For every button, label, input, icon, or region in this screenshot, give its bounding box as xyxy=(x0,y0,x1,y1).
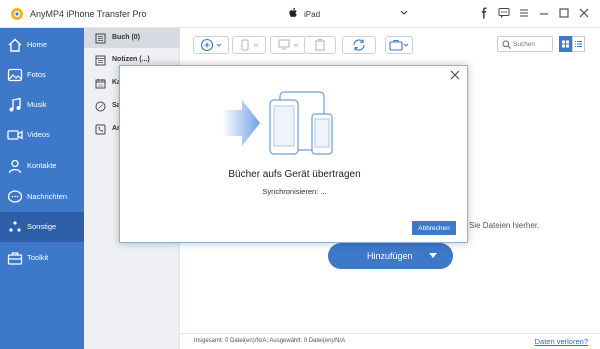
photo-icon xyxy=(7,68,23,82)
delete-button[interactable] xyxy=(304,36,336,54)
app-title: AnyMP4 iPhone Transfer Pro xyxy=(30,9,147,19)
title-bar: AnyMP4 iPhone Transfer Pro iPad xyxy=(0,0,600,28)
svg-text:29: 29 xyxy=(98,83,103,88)
sync-dialog: Bücher aufs Gerät übertragen Synchronisi… xyxy=(119,65,468,243)
calendar-icon: 29 xyxy=(95,79,106,89)
others-icon xyxy=(9,221,21,232)
dialog-title: Bücher aufs Gerät übertragen xyxy=(228,169,361,180)
sidebar-item-label: Musik xyxy=(27,100,47,109)
sidebar-item-label: Fotos xyxy=(27,70,46,79)
sidebar-item-label: Nachrichten xyxy=(27,192,68,201)
home-icon xyxy=(8,38,22,52)
sidebar-item-nachrichten[interactable]: Nachrichten xyxy=(0,182,84,212)
sub-item-label: Notizen (...) xyxy=(112,56,150,63)
feedback-icon[interactable] xyxy=(498,7,510,19)
close-icon[interactable] xyxy=(450,70,460,80)
book-icon xyxy=(95,33,106,44)
list-view-button[interactable] xyxy=(572,36,585,52)
close-icon[interactable] xyxy=(578,7,590,19)
dialog-status: Synchronisieren: ... xyxy=(262,187,327,196)
sidebar-item-label: Home xyxy=(27,40,48,49)
refresh-icon xyxy=(353,39,365,51)
search-icon xyxy=(502,40,511,49)
device-transfer-illustration xyxy=(222,91,333,155)
toolkit-icon xyxy=(7,252,23,265)
sub-item-label: Buch (0) xyxy=(112,34,140,41)
add-toolbar-button[interactable] xyxy=(193,36,229,54)
export-pc-button[interactable] xyxy=(270,36,306,54)
status-bar: Insgesamt: 0 Datei(en)/N/A; Ausgewählt: … xyxy=(180,333,600,349)
music-icon xyxy=(9,97,21,112)
apple-icon xyxy=(289,7,297,17)
sidebar-item-fotos[interactable]: Fotos xyxy=(0,60,84,90)
messages-icon xyxy=(7,190,23,203)
cancel-button[interactable]: Abbrechen xyxy=(412,221,456,235)
minimize-icon[interactable] xyxy=(538,7,550,19)
sidebar-item-musik[interactable]: Musik xyxy=(0,90,84,120)
chevron-down-icon xyxy=(400,10,408,15)
sidebar-item-label: Sonstige xyxy=(27,222,57,231)
sidebar-item-label: Videos xyxy=(27,130,50,139)
device-name: iPad xyxy=(304,10,321,19)
sidebar-item-label: Toolkit xyxy=(27,253,49,262)
app-logo-icon xyxy=(11,8,23,20)
sidebar-item-sonstige[interactable]: Sonstige xyxy=(0,212,84,242)
menu-icon[interactable] xyxy=(518,7,530,19)
toolbox-button[interactable] xyxy=(385,36,413,54)
lost-data-link[interactable]: Daten verloren? xyxy=(535,337,588,346)
facebook-icon[interactable] xyxy=(478,7,490,19)
computer-export-icon xyxy=(278,39,299,50)
status-summary: Insgesamt: 0 Datei(en)/N/A; Ausgewählt: … xyxy=(194,338,346,344)
grid-icon xyxy=(562,40,569,48)
drop-hint: Sie Dateien hierher. xyxy=(469,221,540,230)
export-device-button[interactable] xyxy=(232,36,266,54)
sidebar-item-videos[interactable]: Videos xyxy=(0,120,84,150)
trash-icon xyxy=(315,39,325,51)
sidebar-item-home[interactable]: Home xyxy=(0,30,84,60)
sidebar: Home Fotos Musik Videos Kontakte Nachric… xyxy=(0,28,84,349)
briefcase-icon xyxy=(389,39,409,51)
video-icon xyxy=(7,130,23,140)
sidebar-item-kontakte[interactable]: Kontakte xyxy=(0,151,84,181)
search-input[interactable] xyxy=(513,39,551,49)
call-log-icon xyxy=(95,124,106,135)
refresh-button[interactable] xyxy=(342,36,376,54)
add-files-label: Hinzufügen xyxy=(367,251,413,261)
add-icon xyxy=(200,38,222,52)
sidebar-item-label: Kontakte xyxy=(27,161,57,170)
contacts-icon xyxy=(8,159,22,174)
window-controls xyxy=(478,7,590,19)
phone-export-icon xyxy=(241,39,259,51)
search-box[interactable] xyxy=(497,36,553,52)
device-selector[interactable]: iPad xyxy=(282,4,412,24)
list-icon xyxy=(575,41,582,47)
notes-icon xyxy=(95,55,106,66)
caret-down-icon xyxy=(429,253,437,258)
safari-icon xyxy=(95,101,106,112)
grid-view-button[interactable] xyxy=(559,36,572,52)
maximize-icon[interactable] xyxy=(558,7,570,19)
sidebar-item-toolkit[interactable]: Toolkit xyxy=(0,243,84,273)
sub-item-buch[interactable]: Buch (0) xyxy=(84,28,180,48)
add-files-button[interactable]: Hinzufügen xyxy=(328,243,453,269)
